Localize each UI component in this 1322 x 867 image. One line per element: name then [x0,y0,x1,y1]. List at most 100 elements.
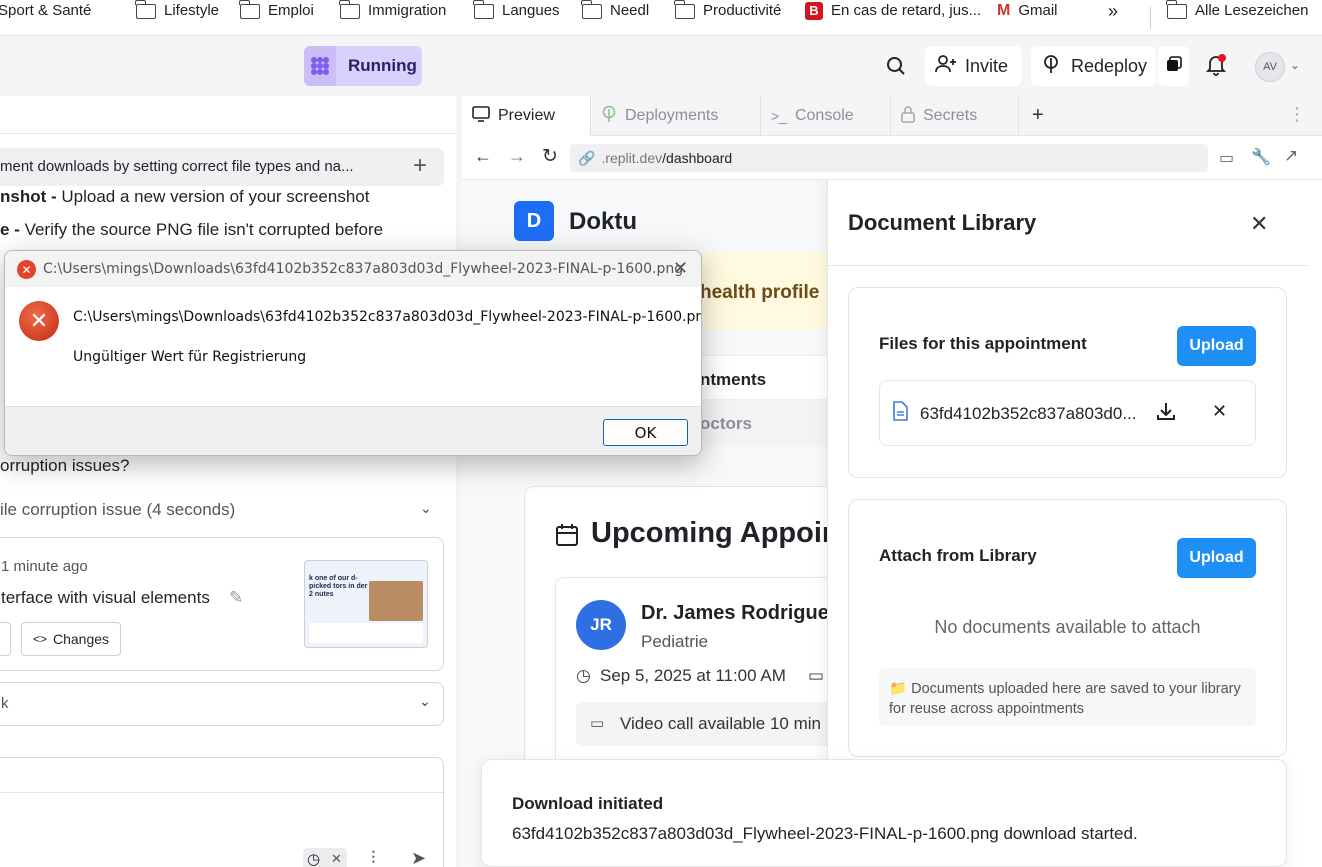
bookmark-productivite[interactable]: Productivité [674,0,781,22]
top-bar: Running Invite Redeploy AV ⌄ [0,36,1322,96]
avatar[interactable]: AV [1255,52,1285,82]
bookmark-sport-sante[interactable]: Sport & Santé [0,0,91,22]
suggestion-bold: e - [0,220,25,239]
bookmark-label: Alle Lesezeichen [1195,2,1309,19]
divider [828,265,1308,266]
new-tab-button[interactable]: + [1032,104,1044,127]
redeploy-button[interactable]: Redeploy [1031,46,1156,86]
refresh-icon[interactable]: ↻ [542,145,558,168]
bookmark-immigration[interactable]: Immigration [339,0,446,22]
bookmark-needl[interactable]: Needl [581,0,649,22]
upload-button[interactable]: Upload [1177,326,1256,366]
invite-button[interactable]: Invite [925,46,1022,86]
logo[interactable]: D [514,201,554,241]
bookmark-emploi[interactable]: Emploi [239,0,314,22]
dialog-title: C:\Users\mings\Downloads\63fd4102b352c83… [43,261,684,277]
link-icon: 🔗 [578,149,596,166]
files-section-title: Files for this appointment [879,334,1087,353]
bookmarks-bar: Sport & Santé Lifestyle Emploi Immigrati… [0,0,1322,36]
tab-preview[interactable]: Preview [462,96,591,136]
checkpoint-thumbnail[interactable]: k one of our d-picked tors in der 2 nute… [304,560,428,648]
tab-secrets[interactable]: Secrets [891,96,1019,136]
empty-message: No documents available to attach [934,617,1201,637]
attach-section: Attach from Library Upload No documents … [848,499,1287,757]
tab-deployments[interactable]: Deployments [591,96,761,136]
suggestion-text: Verify the source PNG file isn't corrupt… [24,220,384,239]
chevron-down-icon[interactable]: ⌄ [419,693,431,710]
deploy-icon [601,105,617,128]
attach-section-title: Attach from Library [879,546,1037,565]
sliders-icon[interactable]: ⫶ [371,848,376,867]
bell-icon[interactable] [1205,54,1227,81]
url-path: /dashboard [662,150,733,166]
bookmark-label: En cas de retard, jus... [831,2,982,19]
suggestion-text: Upload a new version of your screenshot [61,187,370,206]
bookmark-langues[interactable]: Langues [473,0,560,22]
folder-icon [135,0,156,19]
back-arrow-icon[interactable]: ← [474,146,492,167]
plus-icon[interactable]: + [413,152,427,180]
run-status-button[interactable]: Running [304,46,422,86]
folder-icon [473,0,494,19]
send-icon[interactable]: ➤ [411,848,426,867]
download-icon[interactable] [1156,401,1176,426]
library-note: 📁 Documents uploaded here are saved to y… [879,668,1256,726]
logo-text: Doktu [569,208,637,235]
download-toast: Download initiated 63fd4102b352c837a803d… [481,759,1287,867]
devices-icon[interactable]: ▭ [1219,148,1234,168]
bookmark-retard[interactable]: B En cas de retard, jus... [805,0,981,22]
more-vertical-icon[interactable]: ⋮ [1288,104,1306,125]
remove-file-icon[interactable]: ✕ [1212,401,1227,422]
agent-thinking-text[interactable]: ile corruption issue (4 seconds) [0,500,235,520]
agent-suggestion-2: e - Verify the source PNG file isn't cor… [0,220,383,240]
workspace: Preview Deployments >_ Console Secrets +… [462,96,1322,867]
close-icon[interactable]: ✕ [1250,211,1268,237]
attachment-chip[interactable]: ◷ ✕ [303,848,347,867]
tab-console[interactable]: >_ Console [761,96,891,136]
upload-label: Upload [1189,337,1244,354]
rollback-button[interactable] [0,622,11,656]
video-icon: ▭ [590,715,605,732]
chat-input[interactable]: ◷ ✕ ⫶ ➤ [0,757,445,867]
run-grid-icon [304,46,336,86]
ok-button[interactable]: OK [603,419,688,446]
add-user-icon [935,54,957,79]
upload-button[interactable]: Upload [1177,538,1256,578]
terminal-icon: >_ [771,108,787,124]
deploy-menu-button[interactable] [1158,46,1189,86]
clock-icon: ◷ [576,666,591,685]
bookmark-all[interactable]: Alle Lesezeichen [1166,0,1309,22]
external-link-icon[interactable]: ↗ [1284,146,1298,166]
upcoming-title: Upcoming Appoin [591,517,840,549]
thumbnail-text: k one of our d-picked tors in der 2 nute… [309,575,368,598]
close-icon[interactable]: ✕ [331,851,342,867]
search-icon[interactable] [886,56,906,81]
lock-icon [901,105,915,128]
toast-title: Download initiated [512,794,664,813]
bookmark-gmail[interactable]: M Gmail [997,0,1058,22]
folder-icon [674,0,695,19]
divider [0,792,445,793]
wrench-icon[interactable]: 🔧 [1251,147,1271,167]
pencil-icon[interactable]: ✎ [229,588,243,608]
close-icon[interactable]: ✕ [673,258,688,279]
card-icon: ▭ [808,666,825,685]
url-input[interactable]: 🔗 .replit.dev/dashboard [570,144,1208,172]
upload-label: Upload [1189,549,1244,566]
copy-icon [1166,55,1182,77]
chevron-down-icon[interactable]: ⌄ [1290,58,1300,72]
tab-label: Preview [498,107,555,124]
agent-task-row[interactable]: ment downloads by setting correct file t… [0,148,444,186]
forward-arrow-icon[interactable]: → [508,146,526,167]
bookmark-lifestyle[interactable]: Lifestyle [135,0,219,22]
chevron-down-icon[interactable]: ⌄ [420,500,432,517]
run-status-label: Running [348,56,417,75]
bookmarks-overflow-button[interactable]: » [1108,0,1118,22]
ok-label: OK [634,423,657,442]
bookmark-label: Gmail [1018,2,1058,19]
file-icon [892,401,908,426]
tab-label: Deployments [625,107,719,124]
error-icon: ✕ [19,301,59,341]
collapsed-section[interactable]: k ⌄ [0,682,444,726]
changes-button[interactable]: <> Changes [21,622,121,656]
